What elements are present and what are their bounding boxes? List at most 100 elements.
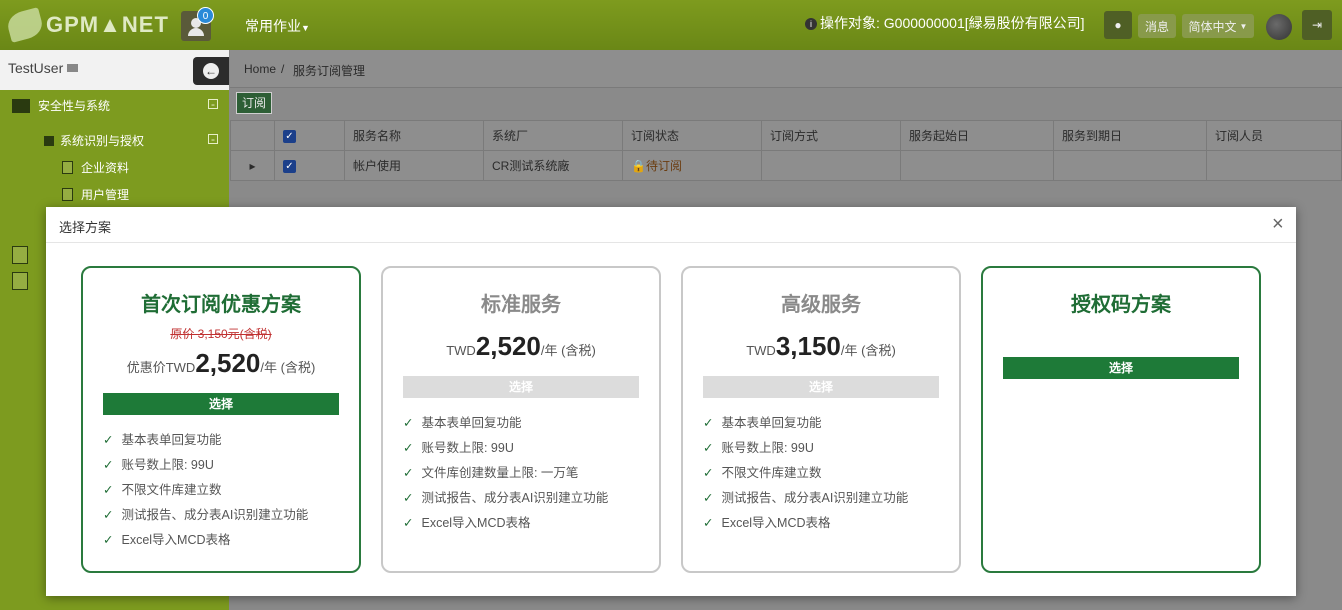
breadcrumb: Home / 服务订阅管理	[230, 50, 1342, 88]
select-button[interactable]: 选择	[1003, 357, 1239, 379]
feature-text: 文件库创建数量上限: 一万笔	[421, 466, 579, 480]
logout-icon: ⇥	[1311, 18, 1323, 32]
plan-card-first-subscription: 首次订阅优惠方案 原价 3,150元(含税) 优惠价TWD2,520/年 (含税…	[81, 266, 361, 573]
cell-start-date	[900, 150, 1054, 181]
user-icon-body	[188, 28, 204, 36]
original-price: 原价 3,150元(含税)	[170, 327, 272, 341]
plan-price: 优惠价TWD2,520/年 (含税)	[83, 348, 359, 379]
arrow-left-icon: ←	[203, 63, 219, 79]
sidebar-item-security[interactable]: 安全性与系统	[12, 97, 110, 114]
check-icon: ✓	[703, 516, 714, 530]
sidebar-item-users[interactable]: 用户管理	[62, 186, 129, 203]
breadcrumb-current: 服务订阅管理	[293, 64, 366, 78]
feature-item: ✓ Excel导入MCD表格	[703, 512, 959, 537]
chevron-down-icon: ▼	[1239, 21, 1248, 31]
sidebar-item-doc-a[interactable]	[12, 246, 36, 264]
lock-icon: 🔒	[631, 159, 646, 173]
feature-text: Excel导入MCD表格	[721, 516, 831, 530]
select-button[interactable]: 选择	[403, 376, 639, 398]
feature-item: ✓ 文件库创建数量上限: 一万笔	[403, 462, 659, 487]
sidebar-item-system-id[interactable]: 系统识别与授权	[44, 132, 144, 149]
header-start-date[interactable]: 服务起始日	[900, 120, 1054, 151]
language-label: 简体中文	[1188, 19, 1237, 34]
header-person[interactable]: 订阅人员	[1206, 120, 1342, 151]
checkbox-icon[interactable]: ✓	[283, 160, 296, 173]
dialog-title: 选择方案	[59, 220, 112, 235]
sidebar-item-label: 安全性与系统	[38, 99, 111, 113]
price-suffix: /年 (含税)	[260, 360, 316, 375]
close-icon[interactable]: ×	[1272, 214, 1284, 234]
feature-item: ✓ Excel导入MCD表格	[103, 529, 359, 554]
messages-button[interactable]: 消息	[1138, 14, 1176, 38]
plan-title: 标准服务	[481, 294, 561, 316]
sidebar-user: TestUser ←	[0, 50, 229, 90]
check-icon: ✓	[703, 491, 714, 505]
feature-list: ✓ 基本表单回复功能 ✓ 账号数上限: 99U ✓ 不限文件库建立数 ✓ 测试报告、成分…	[103, 429, 359, 554]
feature-text: 基本表单回复功能	[421, 416, 522, 430]
select-button[interactable]: 选择	[703, 376, 939, 398]
chevron-down-icon: ▼	[301, 23, 310, 33]
monitor-icon	[12, 98, 30, 113]
feature-text: 测试报告、成分表AI识别建立功能	[721, 491, 909, 505]
document-icon	[12, 246, 28, 264]
subscribe-button[interactable]: 订阅	[236, 92, 273, 114]
price-amount: 2,520	[195, 348, 261, 378]
expand-row-icon[interactable]: ▸	[230, 150, 275, 181]
subscription-table: ✓ 服务名称 系统厂 订阅状态 订阅方式 服务起始日 服务到期日 订阅人员 ▸ …	[230, 120, 1342, 181]
sidebar-item-doc-b[interactable]	[12, 272, 36, 290]
cell-person	[1206, 150, 1342, 181]
sidebar-item-label: 用户管理	[81, 188, 130, 202]
feature-text: Excel导入MCD表格	[121, 533, 231, 547]
logout-button[interactable]: ⇥	[1302, 10, 1332, 40]
row-select[interactable]: ✓	[274, 150, 345, 181]
operating-target: i 操作对象: G000000001[緑易股份有限公司]	[805, 13, 1085, 33]
document-icon	[12, 272, 28, 290]
feature-item: ✓ 账号数上限: 99U	[703, 437, 959, 462]
username[interactable]: TestUser	[8, 60, 79, 76]
feature-item: ✓ 基本表单回复功能	[103, 429, 359, 454]
price-suffix: /年 (含税)	[540, 343, 596, 358]
cell-method	[761, 150, 901, 181]
users-icon	[44, 135, 54, 146]
table-header-row: ✓ 服务名称 系统厂 订阅状态 订阅方式 服务起始日 服务到期日 订阅人员	[230, 120, 1342, 151]
check-icon: ✓	[703, 416, 714, 430]
check-icon: ✓	[703, 441, 714, 455]
price-prefix: 优惠价TWD	[126, 360, 196, 375]
feature-list: ✓ 基本表单回复功能 ✓ 账号数上限: 99U ✓ 不限文件库建立数 ✓ 测试报告、成分…	[703, 412, 959, 537]
cell-end-date	[1053, 150, 1207, 181]
check-icon: ✓	[403, 466, 414, 480]
header-service-name[interactable]: 服务名称	[344, 120, 484, 151]
username-text: TestUser	[8, 60, 64, 76]
select-button[interactable]: 选择	[103, 393, 339, 415]
header-method[interactable]: 订阅方式	[761, 120, 901, 151]
price-prefix: TWD	[746, 343, 776, 358]
feature-item: ✓ 测试报告、成分表AI识别建立功能	[703, 487, 959, 512]
check-icon: ✓	[103, 508, 114, 522]
header-end-date[interactable]: 服务到期日	[1053, 120, 1207, 151]
plan-card-license-code: 授权码方案 选择	[981, 266, 1261, 573]
feature-text: 不限文件库建立数	[721, 466, 822, 480]
globe-icon[interactable]	[1266, 14, 1292, 40]
breadcrumb-home[interactable]: Home	[244, 62, 276, 76]
feature-item: ✓ Excel导入MCD表格	[403, 512, 659, 537]
language-select[interactable]: 简体中文 ▼	[1182, 14, 1254, 38]
cell-vendor: CR测试系统廠	[483, 150, 623, 181]
logo[interactable]: GPM▲NET	[4, 7, 169, 43]
common-tasks-menu[interactable]: 常用作业▼	[245, 16, 310, 36]
feature-item: ✓ 账号数上限: 99U	[103, 454, 359, 479]
collapse-icon[interactable]: -	[208, 133, 218, 145]
check-icon: ✓	[103, 458, 114, 472]
table-row[interactable]: ▸ ✓ 帐户使用 CR测试系统廠 🔒待订阅	[230, 150, 1342, 181]
status-text: 待订阅	[645, 159, 682, 173]
sidebar-collapse-button[interactable]: ←	[193, 57, 229, 85]
account-button[interactable]: ●	[1104, 11, 1132, 39]
check-icon: ✓	[703, 466, 714, 480]
header-vendor[interactable]: 系统厂	[483, 120, 623, 151]
header-expand-cell	[230, 120, 275, 151]
checkbox-icon[interactable]: ✓	[283, 130, 296, 143]
collapse-icon[interactable]: -	[208, 98, 218, 110]
select-plan-dialog: 选择方案 × 首次订阅优惠方案 原价 3,150元(含税) 优惠价TWD2,52…	[46, 207, 1296, 596]
sidebar-item-company[interactable]: 企业资料	[62, 159, 129, 176]
header-select-all[interactable]: ✓	[274, 120, 345, 151]
header-status[interactable]: 订阅状态	[622, 120, 762, 151]
